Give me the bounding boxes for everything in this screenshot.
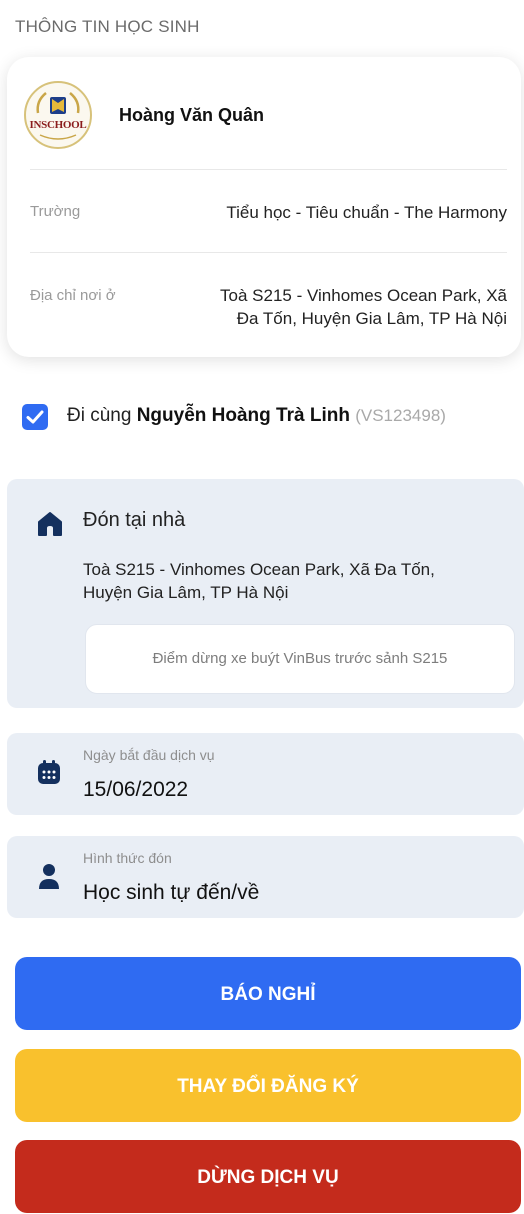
pickup-address-line-2: Huyện Gia Lâm, TP Hà Nội xyxy=(83,583,289,602)
divider xyxy=(30,169,507,170)
bus-stop-note: Điểm dừng xe buýt VinBus trước sảnh S215 xyxy=(85,624,515,694)
companion-prefix: Đi cùng xyxy=(67,405,137,426)
companion-checkbox[interactable] xyxy=(22,404,48,430)
person-icon xyxy=(39,864,59,889)
student-name: Hoàng Văn Quân xyxy=(119,105,265,125)
section-title: THÔNG TIN HỌC SINH xyxy=(15,17,200,36)
address-label: Địa chỉ nơi ở xyxy=(30,287,116,304)
report-absence-button[interactable]: BÁO NGHỈ xyxy=(15,957,521,1030)
school-logo: INSCHOOL xyxy=(24,81,92,149)
pickup-address-line-1: Toà S215 - Vinhomes Ocean Park, Xã Đa Tố… xyxy=(83,560,435,579)
pickup-method-label: Hình thức đón xyxy=(83,850,172,866)
student-info-card: INSCHOOL Hoàng Văn Quân Trường Tiểu học … xyxy=(7,57,521,357)
school-logo-text: INSCHOOL xyxy=(29,119,87,131)
change-registration-button[interactable]: THAY ĐỔI ĐĂNG KÝ xyxy=(15,1049,521,1122)
pickup-location-panel: Đón tại nhà Toà S215 - Vinhomes Ocean Pa… xyxy=(7,479,524,708)
school-value: Tiểu học - Tiêu chuẩn - The Harmony xyxy=(226,203,507,222)
divider xyxy=(30,252,507,253)
address-line-2: Đa Tốn, Huyện Gia Lâm, TP Hà Nội xyxy=(236,309,507,328)
address-value: Toà S215 - Vinhomes Ocean Park, Xã Đa Tố… xyxy=(220,284,507,330)
school-label: Trường xyxy=(30,203,81,220)
pickup-address: Toà S215 - Vinhomes Ocean Park, Xã Đa Tố… xyxy=(83,558,503,604)
start-date-field[interactable]: Ngày bắt đầu dịch vụ 15/06/2022 xyxy=(7,733,524,815)
companion-name: Nguyễn Hoàng Trà Linh xyxy=(136,405,350,426)
pickup-method-value: Học sinh tự đến/về xyxy=(83,881,260,904)
home-icon xyxy=(38,512,62,536)
start-date-label: Ngày bắt đầu dịch vụ xyxy=(83,747,215,763)
stop-service-button[interactable]: DỪNG DỊCH VỤ xyxy=(15,1140,521,1213)
calendar-icon xyxy=(38,760,60,784)
companion-code: (VS123498) xyxy=(355,406,446,425)
pickup-method-field[interactable]: Hình thức đón Học sinh tự đến/về xyxy=(7,836,524,918)
start-date-value: 15/06/2022 xyxy=(83,778,189,801)
pickup-title: Đón tại nhà xyxy=(83,509,186,531)
companion-label[interactable]: Đi cùng Nguyễn Hoàng Trà Linh (VS123498) xyxy=(67,405,446,427)
check-icon xyxy=(26,410,44,424)
address-line-1: Toà S215 - Vinhomes Ocean Park, Xã xyxy=(220,286,507,305)
